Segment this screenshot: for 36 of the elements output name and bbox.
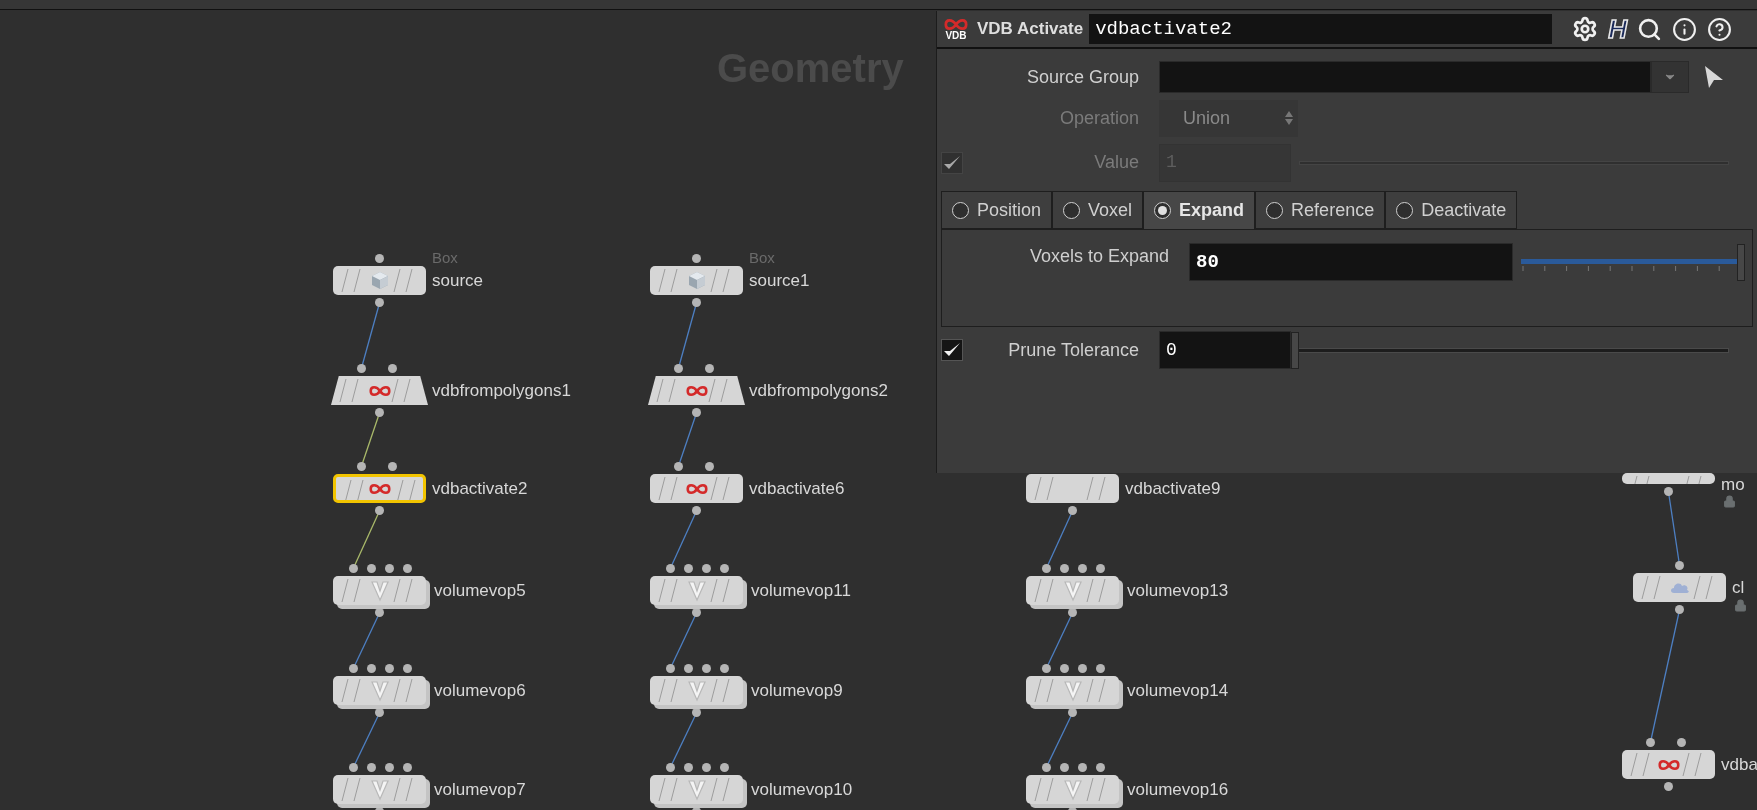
- node-name: volumevop10: [751, 781, 853, 798]
- node-name: source: [432, 272, 484, 289]
- node-name: volumevop16: [1127, 781, 1229, 798]
- node-name: volumevop5: [434, 582, 526, 599]
- node-type-label: Box: [749, 250, 775, 265]
- mode-tab[interactable]: Expand: [1143, 191, 1256, 229]
- node-name: cl: [1732, 579, 1745, 596]
- node-name: volumevop7: [434, 781, 526, 798]
- node-name-field[interactable]: vdbactivate2: [1089, 14, 1553, 44]
- parameter-label: Value: [1094, 152, 1139, 172]
- node-name: vdbfrompolygons1: [432, 382, 571, 399]
- parameter-label: Voxels to Expand: [1029, 246, 1169, 266]
- parameter-label: Source Group: [1026, 66, 1139, 87]
- node-name: volumevop9: [751, 682, 843, 699]
- node-name: volumevop6: [434, 682, 526, 699]
- node-name: vdbactivate9: [1125, 480, 1221, 497]
- mode-tab[interactable]: Reference: [1255, 191, 1386, 229]
- parameter-label: Operation: [1059, 107, 1139, 128]
- prune-tolerance-field[interactable]: 0: [1159, 331, 1291, 369]
- node-name: vdba: [1721, 756, 1757, 773]
- node-type-title: VDB Activate: [977, 18, 1084, 41]
- node-name: volumevop13: [1127, 582, 1229, 599]
- node-name: volumevop14: [1127, 682, 1229, 699]
- node-name: volumevop11: [751, 582, 851, 599]
- mode-tab[interactable]: Position: [941, 191, 1053, 229]
- node-name: vdbactivate2: [432, 480, 528, 497]
- node-type-label: Box: [432, 250, 458, 265]
- parameter-label: Prune Tolerance: [1008, 339, 1139, 360]
- node-name: vdbactivate6: [749, 480, 845, 497]
- node-name: mo: [1721, 476, 1745, 493]
- voxels-field[interactable]: 80: [1189, 243, 1513, 281]
- mode-tab[interactable]: Voxel: [1052, 191, 1144, 229]
- mode-tab[interactable]: Deactivate: [1385, 191, 1518, 229]
- vdb-logo: VDB: [941, 17, 971, 41]
- node-name: vdbfrompolygons2: [749, 382, 888, 399]
- node-name: source1: [749, 272, 810, 289]
